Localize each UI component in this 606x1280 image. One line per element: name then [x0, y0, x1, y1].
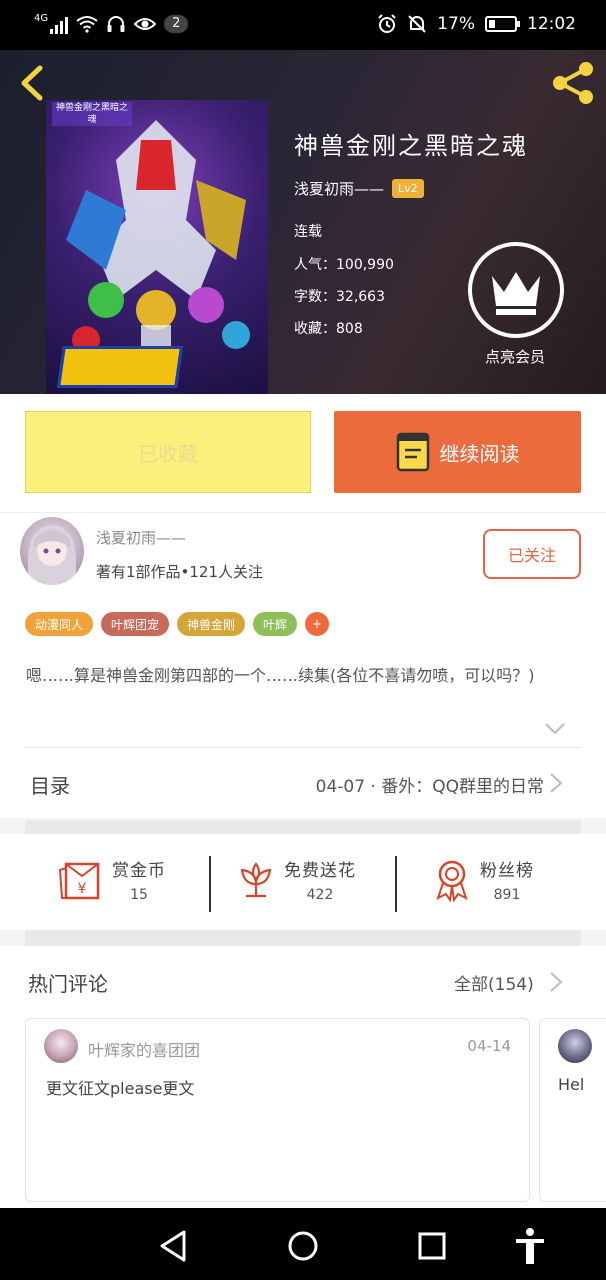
system-nav-bar: [0, 1208, 606, 1280]
comment-card[interactable]: 叶辉家的喜团团 04-14 更文征文please更文: [25, 1018, 530, 1202]
battery-percent: 17%: [437, 14, 475, 34]
divider: [25, 747, 581, 748]
section-separator: [25, 930, 581, 946]
mute-icon: [408, 15, 426, 33]
continue-reading-button[interactable]: 继续阅读: [334, 411, 581, 493]
fan-ranking[interactable]: 粉丝榜 891: [432, 856, 534, 903]
headphones-icon: [107, 16, 125, 32]
author-stats: 著有1部作品•121人关注: [96, 563, 264, 581]
reward-coins[interactable]: ¥ 赏金币 15: [58, 856, 166, 903]
tag-item[interactable]: 神兽金刚: [177, 612, 246, 636]
flower-icon: [240, 861, 272, 897]
reward-label: 赏金币: [112, 861, 166, 881]
author-name[interactable]: 浅夏初雨——: [294, 178, 384, 199]
back-triangle-icon[interactable]: [154, 1226, 194, 1266]
author-section: 浅夏初雨—— 著有1部作品•121人关注 已关注: [0, 512, 606, 596]
svg-text:¥: ¥: [78, 881, 87, 897]
reward-value: 15: [130, 887, 148, 903]
add-tag-button[interactable]: +: [305, 612, 330, 636]
support-stats: ¥ 赏金币 15 免费送花 422 粉丝榜 891: [0, 834, 606, 930]
commenter-name[interactable]: 叶辉家的喜团团: [88, 1037, 200, 1061]
action-bar: 已收藏 继续阅读: [0, 394, 606, 512]
author-avatar[interactable]: [20, 517, 84, 585]
author-name-label[interactable]: 浅夏初雨——: [96, 527, 186, 548]
comment-date: 04-14: [467, 1037, 511, 1055]
book-cover[interactable]: 神兽金刚之黑暗之魂: [46, 100, 268, 394]
vip-crown-icon[interactable]: [468, 242, 564, 338]
fans-value: 891: [493, 887, 521, 903]
clock: 12:02: [527, 14, 576, 34]
commenter-avatar[interactable]: [44, 1029, 78, 1063]
collections: 收藏：808: [294, 321, 363, 337]
divider: [395, 856, 397, 912]
notification-badge: 2: [164, 15, 189, 33]
hot-comments-label: 热门评论: [28, 972, 108, 996]
popularity: 人气：100,990: [294, 257, 394, 273]
flower-value: 422: [306, 887, 334, 903]
comment-card[interactable]: Hel: [539, 1018, 606, 1202]
flower-label: 免费送花: [284, 861, 356, 881]
cover-logo: [57, 346, 183, 388]
share-icon[interactable]: [548, 58, 598, 108]
hot-comments-section: 热门评论 全部(154) 叶辉家的喜团团 04-14 更文征文please更文 …: [0, 946, 606, 1208]
tag-item[interactable]: 动漫同人: [25, 612, 94, 636]
chevron-down-icon[interactable]: [544, 722, 566, 736]
commenter-avatar[interactable]: [558, 1029, 592, 1063]
follow-label: 已关注: [507, 546, 556, 565]
serial-status: 连载: [294, 224, 322, 240]
comment-text: Hel: [558, 1075, 585, 1094]
status-bar: 4G 2 17% 12:02: [0, 0, 606, 50]
alarm-icon: [378, 14, 396, 33]
free-flower[interactable]: 免费送花 422: [236, 856, 356, 903]
coin-envelope-icon: ¥: [58, 862, 100, 899]
favorited-button[interactable]: 已收藏: [25, 411, 311, 493]
medal-icon: [436, 860, 468, 902]
chevron-right-icon[interactable]: [549, 772, 563, 794]
home-circle-icon[interactable]: [283, 1226, 323, 1266]
recents-square-icon[interactable]: [412, 1226, 452, 1266]
comment-text: 更文征文please更文: [46, 1079, 195, 1098]
fans-label: 粉丝榜: [480, 861, 534, 881]
wifi-icon: [76, 16, 98, 33]
book-details: 动漫同人 叶辉团宠 神兽金刚 叶辉 + 嗯……算是神兽金刚第四部的一个……续集(…: [0, 596, 606, 818]
book-icon: [396, 432, 429, 472]
tag-item[interactable]: 叶辉: [253, 612, 298, 636]
word-count: 字数：32,663: [294, 289, 385, 305]
signal-icon: [50, 14, 69, 34]
follow-button[interactable]: 已关注: [483, 529, 581, 579]
book-title: 神兽金刚之黑暗之魂: [294, 132, 528, 160]
favorited-label: 已收藏: [138, 441, 198, 466]
tag-list: 动漫同人 叶辉团宠 神兽金刚 叶辉 +: [25, 612, 330, 636]
book-header: 神兽金刚之黑暗之魂 神兽金刚之黑暗之魂 浅夏初雨—— Lv2 连载 人气：100…: [0, 50, 606, 394]
network-type: 4G: [34, 12, 49, 24]
latest-chapter[interactable]: 04-07 · 番外：QQ群里的日常: [316, 772, 544, 797]
all-comments-link[interactable]: 全部(154): [454, 970, 534, 995]
accessibility-icon[interactable]: [510, 1226, 550, 1266]
eye-icon: [134, 18, 157, 30]
vip-label[interactable]: 点亮会员: [480, 346, 550, 367]
book-description: 嗯……算是神兽金刚第四部的一个……续集(各位不喜请勿喷，可以吗？): [26, 666, 535, 685]
chevron-right-icon[interactable]: [549, 971, 563, 993]
level-badge: Lv2: [392, 179, 424, 198]
toc-label[interactable]: 目录: [30, 770, 70, 799]
tag-item[interactable]: 叶辉团宠: [101, 612, 170, 636]
battery-icon: [485, 16, 520, 32]
divider: [209, 856, 211, 912]
continue-label: 继续阅读: [439, 441, 520, 466]
